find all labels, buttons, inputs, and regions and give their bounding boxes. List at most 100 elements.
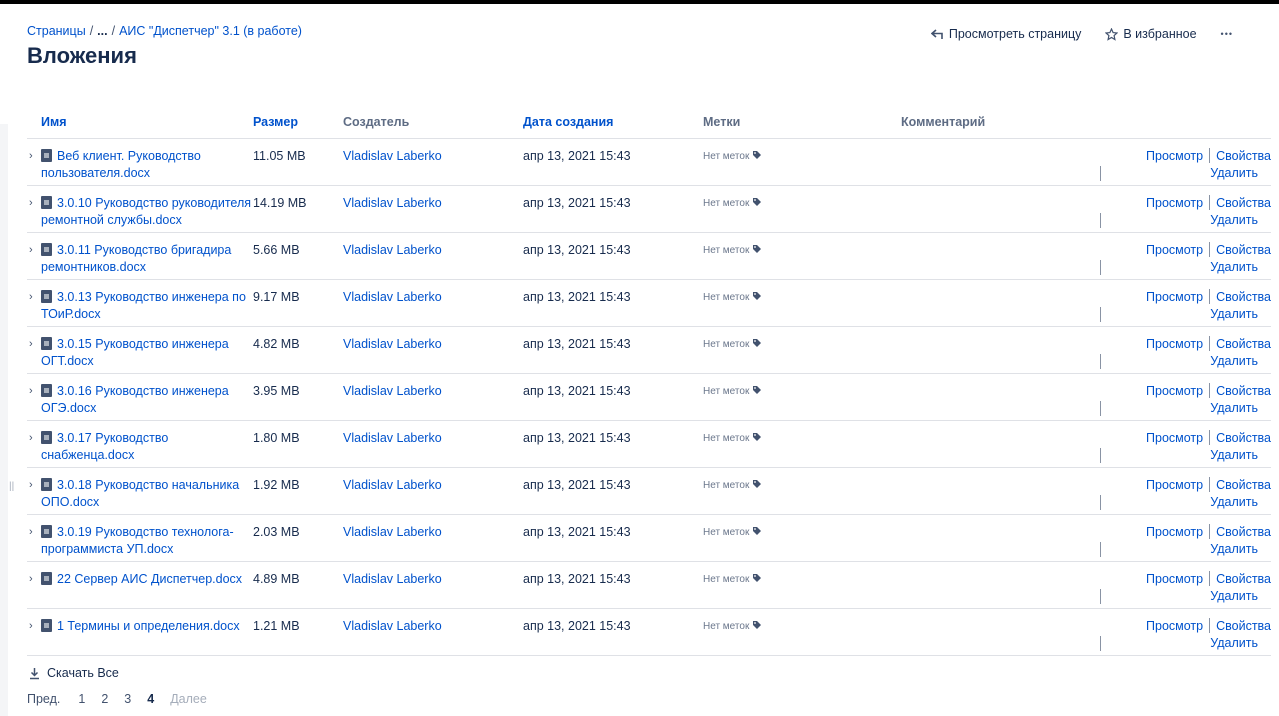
attachment-name-link[interactable]: 3.0.15 Руководство инженера ОГТ.docx <box>41 337 229 368</box>
expand-chevron-icon[interactable]: › <box>29 571 33 588</box>
view-link[interactable]: Просмотр <box>1146 384 1203 398</box>
tag-icon[interactable] <box>752 197 762 207</box>
delete-link[interactable]: Удалить <box>1210 448 1258 462</box>
delete-link[interactable]: Удалить <box>1210 542 1258 556</box>
breadcrumb-root[interactable]: Страницы <box>27 24 86 38</box>
attachment-name-link[interactable]: 3.0.16 Руководство инженера ОГЭ.docx <box>41 384 229 415</box>
creator-link[interactable]: Vladislav Laberko <box>343 279 523 327</box>
creator-link[interactable]: Vladislav Laberko <box>343 232 523 280</box>
breadcrumb-ellipsis[interactable]: ... <box>97 24 107 38</box>
pagination-page-2[interactable]: 2 <box>101 692 108 706</box>
row-actions-line-2: Удалить <box>1100 165 1258 182</box>
creator-link[interactable]: Vladislav Laberko <box>343 420 523 468</box>
action-separator <box>1100 259 1101 275</box>
created-date: апр 13, 2021 15:43 <box>523 561 703 609</box>
pagination-page-3[interactable]: 3 <box>124 692 131 706</box>
breadcrumb-parent[interactable]: АИС "Диспетчер" 3.1 (в работе) <box>119 24 302 38</box>
favorite-button[interactable]: В избранное <box>1105 27 1197 41</box>
properties-link[interactable]: Свойства <box>1216 243 1271 257</box>
properties-link[interactable]: Свойства <box>1216 384 1271 398</box>
comment-cell <box>901 373 1101 421</box>
creator-link[interactable]: Vladislav Laberko <box>343 561 523 609</box>
resize-grip-icon[interactable]: || <box>9 482 14 492</box>
expand-chevron-icon[interactable]: › <box>29 430 33 447</box>
delete-link[interactable]: Удалить <box>1210 213 1258 227</box>
creator-link[interactable]: Vladislav Laberko <box>343 326 523 374</box>
tag-icon[interactable] <box>752 291 762 301</box>
view-link[interactable]: Просмотр <box>1146 243 1203 257</box>
expand-chevron-icon[interactable]: › <box>29 477 33 494</box>
creator-link[interactable]: Vladislav Laberko <box>343 373 523 421</box>
tag-icon[interactable] <box>752 432 762 442</box>
expand-chevron-icon[interactable]: › <box>29 195 33 212</box>
column-header-date[interactable]: Дата создания <box>523 106 703 139</box>
view-link[interactable]: Просмотр <box>1146 619 1203 633</box>
delete-link[interactable]: Удалить <box>1210 307 1258 321</box>
delete-link[interactable]: Удалить <box>1210 589 1258 603</box>
properties-link[interactable]: Свойства <box>1216 149 1271 163</box>
view-link[interactable]: Просмотр <box>1146 572 1203 586</box>
delete-link[interactable]: Удалить <box>1210 354 1258 368</box>
delete-link[interactable]: Удалить <box>1210 495 1258 509</box>
created-date: апр 13, 2021 15:43 <box>523 608 703 656</box>
pagination-prev[interactable]: Пред. <box>27 692 60 706</box>
attachment-name-link[interactable]: 3.0.11 Руководство бригадира ремонтников… <box>41 243 231 274</box>
properties-link[interactable]: Свойства <box>1216 431 1271 445</box>
attachment-name-wrap: › 3.0.16 Руководство инженера ОГЭ.docx <box>27 383 253 417</box>
view-link[interactable]: Просмотр <box>1146 149 1203 163</box>
delete-link[interactable]: Удалить <box>1210 636 1258 650</box>
expand-chevron-icon[interactable]: › <box>29 148 33 165</box>
delete-link[interactable]: Удалить <box>1210 260 1258 274</box>
creator-link[interactable]: Vladislav Laberko <box>343 138 523 186</box>
properties-link[interactable]: Свойства <box>1216 478 1271 492</box>
expand-chevron-icon[interactable]: › <box>29 383 33 400</box>
expand-chevron-icon[interactable]: › <box>29 289 33 306</box>
tag-icon[interactable] <box>752 150 762 160</box>
view-link[interactable]: Просмотр <box>1146 290 1203 304</box>
view-link[interactable]: Просмотр <box>1146 525 1203 539</box>
attachment-name-link[interactable]: 3.0.19 Руководство технолога-программист… <box>41 525 234 556</box>
creator-link[interactable]: Vladislav Laberko <box>343 467 523 515</box>
attachment-name-link[interactable]: 1 Термины и определения.docx <box>57 619 240 633</box>
creator-link[interactable]: Vladislav Laberko <box>343 185 523 233</box>
view-page-button[interactable]: Просмотреть страницу <box>930 27 1081 41</box>
creator-link[interactable]: Vladislav Laberko <box>343 608 523 656</box>
view-link[interactable]: Просмотр <box>1146 431 1203 445</box>
delete-link[interactable]: Удалить <box>1210 166 1258 180</box>
column-header-name[interactable]: Имя <box>27 106 253 139</box>
properties-link[interactable]: Свойства <box>1216 337 1271 351</box>
expand-chevron-icon[interactable]: › <box>29 242 33 259</box>
tag-icon[interactable] <box>752 385 762 395</box>
properties-link[interactable]: Свойства <box>1216 290 1271 304</box>
tag-icon[interactable] <box>752 244 762 254</box>
tag-icon[interactable] <box>752 479 762 489</box>
download-all-button[interactable]: Скачать Все <box>28 666 119 680</box>
properties-link[interactable]: Свойства <box>1216 525 1271 539</box>
properties-link[interactable]: Свойства <box>1216 572 1271 586</box>
sidebar-collapsed-rail[interactable] <box>0 4 8 716</box>
properties-link[interactable]: Свойства <box>1216 619 1271 633</box>
attachment-name-link[interactable]: 3.0.18 Руководство начальника ОПО.docx <box>41 478 239 509</box>
attachment-name-link[interactable]: 3.0.17 Руководство снабженца.docx <box>41 431 168 462</box>
expand-chevron-icon[interactable]: › <box>29 524 33 541</box>
expand-chevron-icon[interactable]: › <box>29 336 33 353</box>
tag-icon[interactable] <box>752 526 762 536</box>
expand-chevron-icon[interactable]: › <box>29 618 33 635</box>
creator-link[interactable]: Vladislav Laberko <box>343 514 523 562</box>
pagination-page-1[interactable]: 1 <box>78 692 85 706</box>
properties-link[interactable]: Свойства <box>1216 196 1271 210</box>
attachment-name-link[interactable]: Веб клиент. Руководство пользователя.doc… <box>41 149 201 180</box>
attachment-name-link[interactable]: 3.0.13 Руководство инженера по ТОиР.docx <box>41 290 246 321</box>
attachment-name-link[interactable]: 3.0.10 Руководство руководителя ремонтно… <box>41 196 251 227</box>
attachment-name-link[interactable]: 22 Сервер АИС Диспетчер.docx <box>57 572 242 586</box>
more-actions-button[interactable]: ••• <box>1221 27 1233 41</box>
column-header-size[interactable]: Размер <box>253 106 343 139</box>
view-link[interactable]: Просмотр <box>1146 196 1203 210</box>
view-link[interactable]: Просмотр <box>1146 478 1203 492</box>
tag-icon[interactable] <box>752 338 762 348</box>
tag-icon[interactable] <box>752 573 762 583</box>
tag-icon[interactable] <box>752 620 762 630</box>
view-link[interactable]: Просмотр <box>1146 337 1203 351</box>
delete-link[interactable]: Удалить <box>1210 401 1258 415</box>
column-header-actions <box>1101 106 1271 139</box>
